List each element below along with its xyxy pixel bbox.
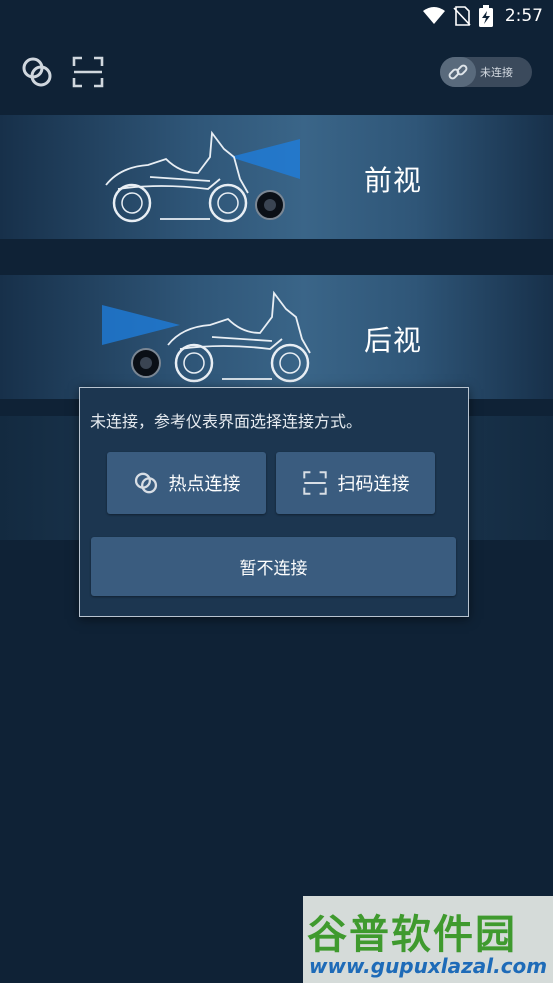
hotspot-link-icon xyxy=(22,57,52,87)
scan-button[interactable] xyxy=(68,52,108,92)
top-bar: 未连接 xyxy=(0,40,553,106)
watermark-logo: 谷普软件园 www.gupuxlazal.com xyxy=(303,896,553,983)
motorcycle-icon xyxy=(105,130,300,223)
rear-view-label: 后视 xyxy=(364,324,423,357)
watermark-url: www.gupuxlazal.com xyxy=(309,954,548,978)
hotspot-button[interactable] xyxy=(17,52,57,92)
front-view-card[interactable]: 前视 xyxy=(0,115,553,239)
front-view-label: 前视 xyxy=(364,164,423,197)
status-bar: 2:57 xyxy=(0,0,553,32)
connection-status-toggle[interactable]: 未连接 xyxy=(440,57,532,87)
wifi-icon xyxy=(422,7,445,24)
skip-connect-button[interactable]: 暂不连接 xyxy=(91,537,456,596)
skip-connect-label: 暂不连接 xyxy=(239,559,308,579)
battery-charging-icon xyxy=(478,5,493,27)
no-sim-icon xyxy=(453,6,471,26)
connection-dialog: 未连接，参考仪表界面选择连接方式。 热点连接 扫码连接 暂不连接 xyxy=(79,387,469,617)
scan-icon xyxy=(302,471,327,495)
connection-status-text: 未连接 xyxy=(480,66,513,79)
scan-connect-button[interactable]: 扫码连接 xyxy=(276,452,435,514)
hotspot-link-icon xyxy=(134,472,157,494)
rear-view-card[interactable]: 后视 xyxy=(0,275,553,399)
scan-icon xyxy=(72,56,104,88)
chain-link-icon xyxy=(448,64,468,80)
motorcycle-icon xyxy=(102,290,311,383)
connection-knob xyxy=(440,57,476,87)
dialog-message: 未连接，参考仪表界面选择连接方式。 xyxy=(90,412,363,431)
watermark-title: 谷普软件园 xyxy=(307,912,517,958)
hotspot-connect-button[interactable]: 热点连接 xyxy=(107,452,266,514)
status-time: 2:57 xyxy=(504,6,543,26)
scan-connect-label: 扫码连接 xyxy=(337,474,410,495)
hotspot-connect-label: 热点连接 xyxy=(168,474,241,495)
